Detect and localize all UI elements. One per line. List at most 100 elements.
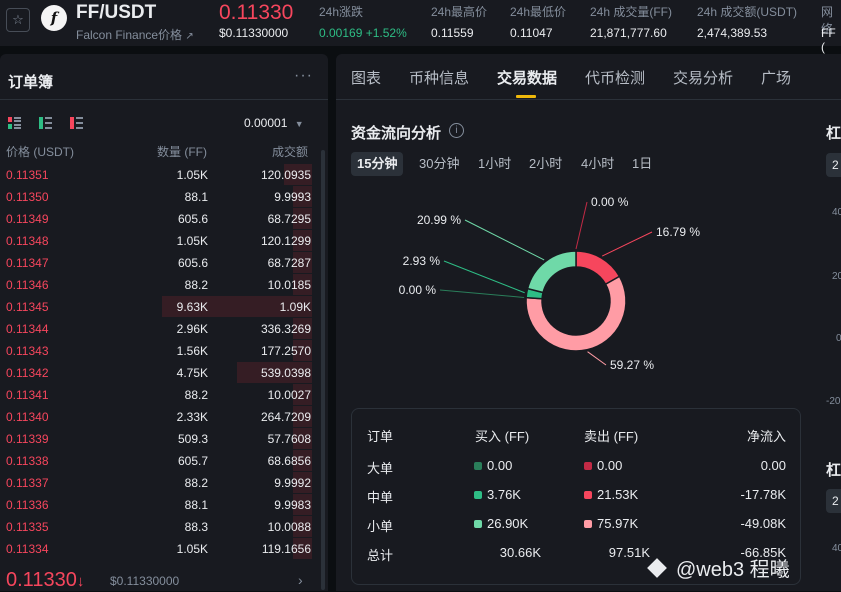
row-buy-text: 26.90K — [487, 516, 529, 531]
interval-1h[interactable]: 1小时 — [472, 152, 517, 176]
chevron-right-icon[interactable]: › — [298, 572, 303, 588]
token-logo: f — [41, 5, 67, 31]
row-qty: 509.3 — [177, 432, 208, 446]
row-buy: 0.00 — [474, 458, 512, 473]
row-total: 120.0935 — [260, 168, 311, 182]
tab-trade-analysis[interactable]: 交易分析 — [673, 67, 733, 88]
project-link[interactable]: Falcon Finance价格 ↗ — [76, 26, 194, 43]
order-book-row[interactable]: 0.11342 4.75K 539.0398 — [0, 362, 328, 384]
view-both-icon[interactable] — [8, 117, 21, 129]
order-book-row[interactable]: 0.11343 1.56K 177.2570 — [0, 340, 328, 362]
side-axis-tick: 0 — [836, 333, 841, 344]
row-qty: 9.63K — [176, 300, 208, 314]
row-total: 10.0088 — [267, 520, 311, 534]
side-select-2[interactable]: 2 — [826, 489, 841, 513]
last-price: 0.11330 — [219, 1, 294, 24]
interval-4h[interactable]: 4小时 — [575, 152, 620, 176]
current-price: 0.11330↓ — [6, 569, 84, 592]
interval-15m[interactable]: 15分钟 — [351, 152, 404, 176]
row-total: 10.0027 — [267, 388, 311, 402]
interval-30m[interactable]: 30分钟 — [413, 152, 465, 176]
tab-chart[interactable]: 图表 — [351, 67, 381, 88]
row-price: 0.11344 — [6, 322, 49, 336]
tick-size-value: 0.00001 — [244, 116, 288, 130]
divider — [0, 99, 328, 100]
slice-leader-line — [439, 289, 525, 298]
row-qty: 1.05K — [176, 168, 208, 182]
row-buy: 3.76K — [474, 487, 521, 502]
order-book-row[interactable]: 0.11340 2.33K 264.7209 — [0, 406, 328, 428]
tab-token-check[interactable]: 代币检测 — [585, 67, 645, 88]
watermark-logo-icon — [647, 558, 667, 578]
order-book-row[interactable]: 0.11348 1.05K 120.1299 — [0, 230, 328, 252]
order-book-row[interactable]: 0.11350 88.1 9.9993 — [0, 186, 328, 208]
col-qty-header: 数量 (FF) — [157, 145, 207, 159]
slice-leader-line — [601, 231, 653, 257]
row-total: 539.0398 — [260, 366, 311, 380]
star-icon[interactable]: ☆ — [6, 8, 30, 32]
side-select-1[interactable]: 2 — [826, 153, 841, 177]
table-header-order: 订单 — [367, 429, 394, 444]
scrollbar[interactable] — [321, 150, 325, 590]
legend-swatch — [474, 491, 482, 499]
view-bids-icon[interactable] — [39, 117, 52, 129]
down-arrow-icon: ↓ — [76, 573, 85, 590]
row-buy-text: 0.00 — [487, 458, 513, 473]
interval-1d[interactable]: 1日 — [626, 152, 658, 176]
row-sell-text: 0.00 — [597, 458, 623, 473]
side-title-1: 杠 — [826, 125, 841, 142]
row-sell-text: 97.51K — [608, 545, 650, 560]
tab-square[interactable]: 广场 — [761, 67, 791, 88]
row-qty: 605.6 — [177, 256, 208, 270]
order-book-row[interactable]: 0.11351 1.05K 120.0935 — [0, 164, 328, 186]
row-net-text: -17.78K — [740, 487, 786, 502]
row-total: 57.7608 — [267, 432, 311, 446]
order-book-row[interactable]: 0.11346 88.2 10.0185 — [0, 274, 328, 296]
col-total-header: 成交额 — [272, 145, 309, 159]
table-header-net: 净流入 — [746, 429, 786, 444]
donut-slice[interactable] — [526, 250, 577, 294]
more-options-icon[interactable]: ··· — [294, 67, 313, 85]
pair-title[interactable]: FF/USDT — [76, 2, 156, 24]
slice-leader-line — [443, 260, 525, 294]
row-total: 119.1656 — [261, 542, 311, 556]
row-price: 0.11348 — [6, 234, 49, 248]
row-total: 1.09K — [279, 300, 311, 314]
slice-leader-line — [464, 219, 545, 261]
interval-2h[interactable]: 2小时 — [523, 152, 568, 176]
row-net: 0.00 — [761, 458, 786, 473]
legend-swatch — [474, 520, 482, 528]
slice-label: 2.93 % — [403, 254, 441, 268]
order-book-row[interactable]: 0.11345 9.63K 1.09K — [0, 296, 328, 318]
info-icon[interactable]: i — [449, 123, 464, 138]
order-book-row[interactable]: 0.11335 88.3 10.0088 — [0, 516, 328, 538]
order-book-row[interactable]: 0.11339 509.3 57.7608 — [0, 428, 328, 450]
view-asks-icon[interactable] — [70, 117, 83, 129]
slice-label: 0.00 % — [591, 195, 629, 209]
order-book-row[interactable]: 0.11338 605.7 68.6856 — [0, 450, 328, 472]
order-book-row[interactable]: 0.11347 605.6 68.7287 — [0, 252, 328, 274]
tab-trading-data[interactable]: 交易数据 — [497, 67, 557, 88]
order-book-title: 订单簿 — [8, 74, 54, 91]
row-price: 0.11338 — [6, 454, 49, 468]
row-price: 0.11342 — [6, 366, 49, 380]
row-total: 68.7287 — [267, 256, 311, 270]
change-abs: 0.00169 — [319, 26, 363, 40]
order-book-row[interactable]: 0.11337 88.2 9.9992 — [0, 472, 328, 494]
volume-ff-value: 21,871,777.60 — [590, 26, 667, 40]
row-qty: 1.05K — [176, 542, 208, 556]
row-total: 177.2570 — [260, 344, 311, 358]
row-qty: 2.33K — [176, 410, 208, 424]
tick-size-select[interactable]: 0.00001 ▼ — [244, 116, 304, 130]
order-book-row[interactable]: 0.11341 88.2 10.0027 — [0, 384, 328, 406]
order-book-row[interactable]: 0.11349 605.6 68.7295 — [0, 208, 328, 230]
tab-coin-info[interactable]: 币种信息 — [409, 67, 469, 88]
side-title-2: 杠 — [826, 462, 841, 479]
row-price: 0.11341 — [6, 388, 49, 402]
project-name: Falcon Finance价格 — [76, 28, 183, 42]
order-book-row[interactable]: 0.11336 88.1 9.9983 — [0, 494, 328, 516]
order-book-row[interactable]: 0.11334 1.05K 119.1656 — [0, 538, 328, 560]
order-book-row[interactable]: 0.11344 2.96K 336.3269 — [0, 318, 328, 340]
row-total: 9.9992 — [274, 476, 311, 490]
low-value: 0.11047 — [510, 26, 553, 40]
